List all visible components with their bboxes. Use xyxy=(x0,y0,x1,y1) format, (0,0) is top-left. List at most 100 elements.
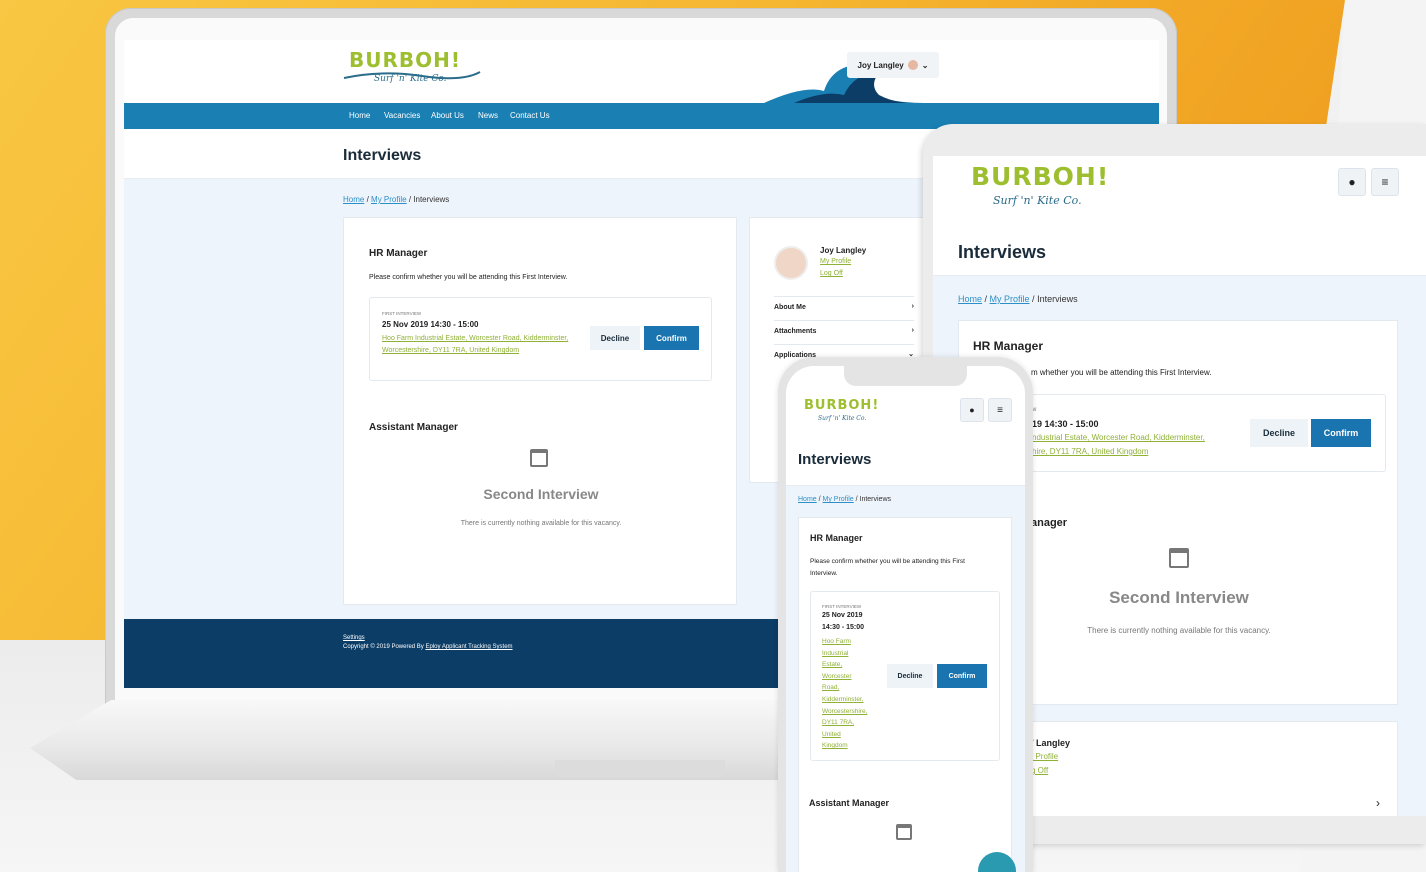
job-title-2: Assistant Manager xyxy=(369,422,458,433)
breadcrumb-current: Interviews xyxy=(1037,294,1078,304)
sidebar-item-attachments[interactable]: Attachments › xyxy=(774,320,914,342)
chevron-right-icon: › xyxy=(911,303,914,310)
confirm-button[interactable]: Confirm xyxy=(644,326,699,350)
address-line: DY11 7RA, xyxy=(822,719,855,727)
footer-copyright: Copyright © 2019 Powered By Eploy Applic… xyxy=(343,644,513,650)
sidebar-log-off[interactable]: Log Off xyxy=(820,270,843,277)
interview-stage: FIRST INTERVIEW xyxy=(382,311,422,316)
nav-about-us[interactable]: About Us xyxy=(431,111,464,120)
calendar-icon xyxy=(896,824,912,840)
sidebar-item-label: Attachments xyxy=(774,328,817,335)
chevron-down-icon: ⌄ xyxy=(921,60,929,70)
interview-stage: FIRST INTERVIEW xyxy=(822,604,862,609)
chevron-right-icon: › xyxy=(911,327,914,334)
footer-powered-link[interactable]: Eploy Applicant Tracking System xyxy=(425,644,512,650)
sidebar-my-profile[interactable]: / Profile xyxy=(1031,752,1058,761)
avatar xyxy=(774,246,808,280)
job-title: HR Manager xyxy=(973,339,1044,353)
interview-address[interactable]: Hoo Farm Industrial Estate, Worcester Ro… xyxy=(382,333,572,357)
brand-tagline: Surf 'n' Kite Co. xyxy=(818,415,867,422)
brand-logo[interactable]: BURBOH! xyxy=(804,398,879,413)
breadcrumb-home[interactable]: Home xyxy=(343,195,364,204)
address-line: Kidderminster, xyxy=(822,695,864,703)
address-line: Worcester xyxy=(822,672,852,680)
interviews-card: HR Manager Please confirm whether you wi… xyxy=(798,517,1012,872)
calendar-icon xyxy=(1169,548,1189,568)
job-title: HR Manager xyxy=(369,248,428,259)
footer-settings-link[interactable]: Settings xyxy=(343,635,365,641)
confirm-prompt-line1: Please confirm whether you will be atten… xyxy=(810,558,965,565)
confirm-button[interactable]: Confirm xyxy=(1311,419,1371,447)
breadcrumb-profile[interactable]: My Profile xyxy=(990,294,1030,304)
phone-notch xyxy=(844,366,967,386)
interview-date: 25 Nov 2019 xyxy=(822,612,863,619)
breadcrumb-current: Interviews xyxy=(859,496,892,503)
user-icon-button[interactable]: ● xyxy=(1338,168,1366,196)
sidebar-my-profile[interactable]: My Profile xyxy=(820,258,851,265)
empty-message: There is currently nothing available for… xyxy=(1087,626,1271,635)
chevron-right-icon[interactable]: › xyxy=(1376,796,1380,810)
menu-icon-button[interactable]: ≡ xyxy=(1371,168,1399,196)
breadcrumb-current: Interviews xyxy=(413,195,450,204)
site-header: BURBOH! Surf 'n' Kite Co. Joy Langley ⌄ xyxy=(124,40,1159,103)
decline-button[interactable]: Decline xyxy=(590,326,640,350)
page-title: Interviews xyxy=(958,242,1047,262)
interview-address[interactable]: Hoo Farm Industrial Estate, Worcester Ro… xyxy=(822,636,882,752)
laptop-notch xyxy=(555,760,725,778)
confirm-button[interactable]: Confirm xyxy=(937,664,987,688)
address-line: Road, xyxy=(822,684,840,692)
job-title-2: anager xyxy=(1031,517,1068,529)
avatar xyxy=(907,60,918,70)
interview-address-line1[interactable]: ndustrial Estate, Worcester Road, Kidder… xyxy=(1032,433,1205,442)
interview-slot: w 19 14:30 - 15:00 ndustrial Estate, Wor… xyxy=(1021,394,1386,472)
interview-slot: FIRST INTERVIEW 25 Nov 2019 14:30 - 15:0… xyxy=(369,297,712,381)
sidebar-item-label: About Me xyxy=(774,304,806,311)
address-line: Estate, xyxy=(822,661,843,669)
nav-home[interactable]: Home xyxy=(349,111,370,120)
brand-tagline: Surf 'n' Kite Co. xyxy=(993,194,1082,207)
breadcrumb-profile[interactable]: My Profile xyxy=(371,195,407,204)
menu-icon-button[interactable]: ≡ xyxy=(988,398,1012,422)
empty-message: There is currently nothing available for… xyxy=(460,520,622,527)
interviews-card: HR Manager Please confirm whether you wi… xyxy=(343,217,737,605)
sidebar-user-name: / Langley xyxy=(1031,738,1071,748)
address-line: Hoo Farm xyxy=(822,638,851,645)
sidebar-item-about-me[interactable]: About Me › xyxy=(774,296,914,318)
interview-slot: FIRST INTERVIEW 25 Nov 2019 14:30 - 15:0… xyxy=(810,591,1000,761)
empty-heading: Second Interview xyxy=(1109,588,1249,607)
interview-address-line2[interactable]: hire, DY11 7RA, United Kingdom xyxy=(1032,447,1148,456)
job-title: HR Manager xyxy=(810,533,863,543)
interview-datetime: 25 Nov 2019 14:30 - 15:00 xyxy=(382,320,479,329)
address-line: United xyxy=(822,730,841,738)
page-title: Interviews xyxy=(343,147,422,164)
address-line: Kingdom xyxy=(822,742,848,750)
address-line: Worcestershire, xyxy=(822,707,868,715)
nav-vacancies[interactable]: Vacancies xyxy=(384,111,420,120)
breadcrumb: Home / My Profile / Interviews xyxy=(343,195,449,204)
breadcrumb-profile[interactable]: My Profile xyxy=(823,496,854,503)
decline-button[interactable]: Decline xyxy=(887,664,933,688)
breadcrumb: Home / My Profile / Interviews xyxy=(798,496,892,503)
confirm-prompt: m whether you will be attending this Fir… xyxy=(1031,368,1212,377)
confirm-prompt: Please confirm whether you will be atten… xyxy=(369,274,568,281)
breadcrumb-home[interactable]: Home xyxy=(958,294,982,304)
confirm-prompt-line2: Interview. xyxy=(810,570,838,577)
address-line: Industrial xyxy=(822,649,849,657)
sidebar-user-name: Joy Langley xyxy=(820,246,867,255)
interview-datetime: 19 14:30 - 15:00 xyxy=(1032,419,1099,429)
nav-contact-us[interactable]: Contact Us xyxy=(510,111,550,120)
decline-button[interactable]: Decline xyxy=(1250,419,1308,447)
job-title-2: Assistant Manager xyxy=(809,798,890,808)
sidebar-log-off[interactable]: g Off xyxy=(1031,766,1048,775)
user-name: Joy Langley xyxy=(857,60,904,70)
phone-screen: BURBOH! Surf 'n' Kite Co. ● ≡ Interviews… xyxy=(786,366,1025,872)
user-icon-button[interactable]: ● xyxy=(960,398,984,422)
brand-logo[interactable]: BURBOH! xyxy=(971,162,1109,191)
copyright-text: Copyright © 2019 Powered By xyxy=(343,644,424,650)
user-menu[interactable]: Joy Langley ⌄ xyxy=(847,52,939,78)
brand-wave-icon xyxy=(343,71,481,80)
calendar-icon xyxy=(530,449,548,467)
interview-time: 14:30 - 15:00 xyxy=(822,624,865,631)
nav-news[interactable]: News xyxy=(478,111,498,120)
breadcrumb-home[interactable]: Home xyxy=(798,496,817,503)
